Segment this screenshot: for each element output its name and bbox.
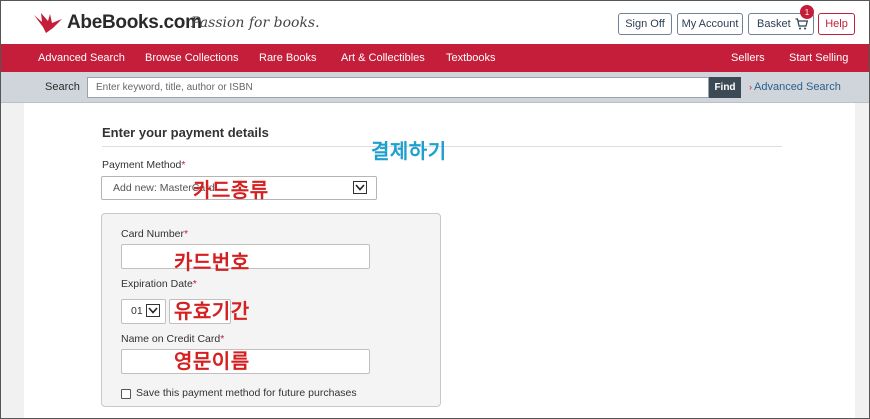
save-payment-checkbox[interactable]	[121, 389, 131, 399]
chevron-down-icon[interactable]	[353, 181, 367, 194]
annotation-expiry: 유효기간	[174, 299, 250, 323]
nav-textbooks[interactable]: Textbooks	[446, 44, 496, 72]
nav-start-selling[interactable]: Start Selling	[789, 44, 848, 72]
arrow-right-icon: ›	[749, 82, 752, 92]
my-account-button[interactable]: My Account	[677, 13, 743, 35]
abebooks-logo[interactable]: AbeBooks.com	[33, 11, 202, 35]
name-on-card-label-text: Name on Credit Card	[121, 333, 221, 345]
save-payment-label: Save this payment method for future purc…	[136, 387, 357, 399]
find-button[interactable]: Find	[709, 77, 741, 98]
expiration-date-label: Expiration Date*	[121, 278, 197, 290]
browser-frame: AbeBooks.com Passion for books. Sign Off…	[0, 0, 870, 419]
card-number-label: Card Number*	[121, 228, 188, 240]
payment-method-label-text: Payment Method	[102, 159, 182, 171]
expiration-month-value: 01	[131, 305, 143, 317]
nav-art-collectibles[interactable]: Art & Collectibles	[341, 44, 425, 72]
expiration-date-label-text: Expiration Date	[121, 278, 193, 290]
advanced-search-link[interactable]: › Advanced Search	[749, 81, 841, 93]
advanced-search-link-label: Advanced Search	[754, 81, 841, 93]
search-input[interactable]	[87, 77, 709, 98]
chevron-down-icon[interactable]	[146, 304, 160, 317]
required-mark: *	[184, 228, 189, 240]
nav-advanced-search[interactable]: Advanced Search	[38, 44, 125, 72]
search-bar: Search Find ›Advanced Search	[1, 72, 869, 103]
page-title: Enter your payment details	[102, 125, 269, 140]
nav-rare-books[interactable]: Rare Books	[259, 44, 316, 72]
basket-count-badge: 1	[800, 5, 814, 19]
required-mark: *	[220, 333, 225, 345]
card-number-label-text: Card Number	[121, 228, 185, 240]
annotation-card-type: 카드종류	[193, 178, 269, 202]
search-label: Search	[45, 81, 80, 93]
cart-icon	[795, 18, 808, 30]
top-header: AbeBooks.com Passion for books. Sign Off…	[1, 1, 869, 43]
tagline: Passion for books.	[191, 15, 320, 31]
annotation-card-number: 카드번호	[174, 250, 250, 274]
required-mark: *	[181, 159, 186, 171]
name-on-card-label: Name on Credit Card*	[121, 333, 224, 345]
annotation-checkout: 결제하기	[371, 139, 447, 163]
annotation-english-name: 영문이름	[174, 349, 250, 373]
basket-label: Basket	[757, 18, 791, 30]
required-mark: *	[192, 278, 197, 290]
payment-method-label: Payment Method*	[102, 159, 185, 171]
nav-browse-collections[interactable]: Browse Collections	[145, 44, 239, 72]
help-button[interactable]: Help	[818, 13, 855, 35]
bird-logo-icon	[34, 13, 62, 33]
nav-sellers[interactable]: Sellers	[731, 44, 765, 72]
sign-off-button[interactable]: Sign Off	[618, 13, 672, 35]
main-nav: Advanced Search Browse Collections Rare …	[1, 44, 869, 72]
logo-text: AbeBooks.com	[67, 12, 202, 33]
